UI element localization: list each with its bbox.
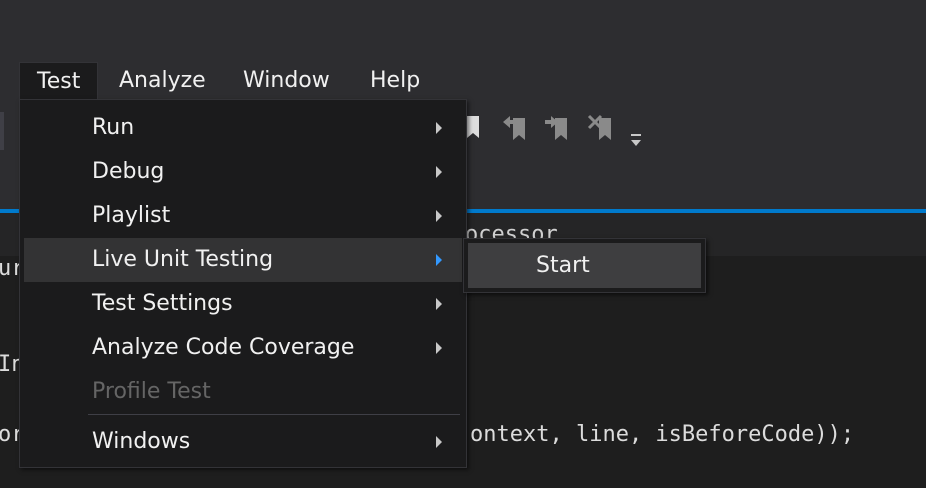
menu-item-test-settings[interactable]: Test Settings <box>24 282 462 326</box>
menu-item-live-unit-testing[interactable]: Live Unit Testing <box>24 238 462 282</box>
submenu-item-label: Start <box>536 253 590 278</box>
code-line-tail: ontext, line, isBeforeCode)); <box>470 422 855 447</box>
bookmark-icon[interactable] <box>465 112 481 144</box>
menu-item-analyze-code-coverage[interactable]: Analyze Code Coverage <box>24 326 462 370</box>
submenu-item-start[interactable]: Start <box>468 243 701 288</box>
next-bookmark-icon[interactable] <box>543 112 573 146</box>
menu-analyze[interactable]: Analyze <box>101 62 224 100</box>
menu-item-label: Playlist <box>92 203 171 228</box>
submenu-arrow-icon <box>436 298 442 310</box>
menu-item-run[interactable]: Run <box>24 106 462 150</box>
menu-separator <box>88 414 460 415</box>
submenu-arrow-icon <box>436 122 442 134</box>
previous-bookmark-icon[interactable] <box>501 112 531 146</box>
live-unit-testing-submenu: Start <box>463 238 706 293</box>
menu-item-profile-test: Profile Test <box>24 370 462 414</box>
submenu-arrow-icon <box>436 436 442 448</box>
menu-test[interactable]: Test <box>19 62 99 100</box>
toolbar-gripper <box>0 112 4 150</box>
toolbar-overflow-icon[interactable] <box>629 132 643 152</box>
clear-bookmarks-icon[interactable] <box>587 112 617 146</box>
submenu-arrow-icon <box>436 342 442 354</box>
menu-item-windows[interactable]: Windows <box>24 420 462 464</box>
menu-item-label: Live Unit Testing <box>92 247 274 272</box>
menu-item-label: Run <box>92 115 135 140</box>
menu-window[interactable]: Window <box>225 62 348 100</box>
menu-item-label: Test Settings <box>92 291 233 316</box>
menu-item-debug[interactable]: Debug <box>24 150 462 194</box>
menu-item-label: Windows <box>92 429 191 454</box>
menu-bar: Test Analyze Window Help <box>0 62 926 100</box>
bookmark-toolbar <box>465 112 665 152</box>
menu-item-label: Analyze Code Coverage <box>92 335 355 360</box>
menu-item-label: Debug <box>92 159 165 184</box>
submenu-arrow-icon <box>436 254 442 266</box>
menu-help[interactable]: Help <box>352 62 438 100</box>
menu-item-label: Profile Test <box>92 379 211 404</box>
submenu-arrow-icon <box>436 210 442 222</box>
test-menu-dropdown: Run Debug Playlist Live Unit Testing Tes… <box>19 99 467 468</box>
menu-item-playlist[interactable]: Playlist <box>24 194 462 238</box>
submenu-arrow-icon <box>436 166 442 178</box>
